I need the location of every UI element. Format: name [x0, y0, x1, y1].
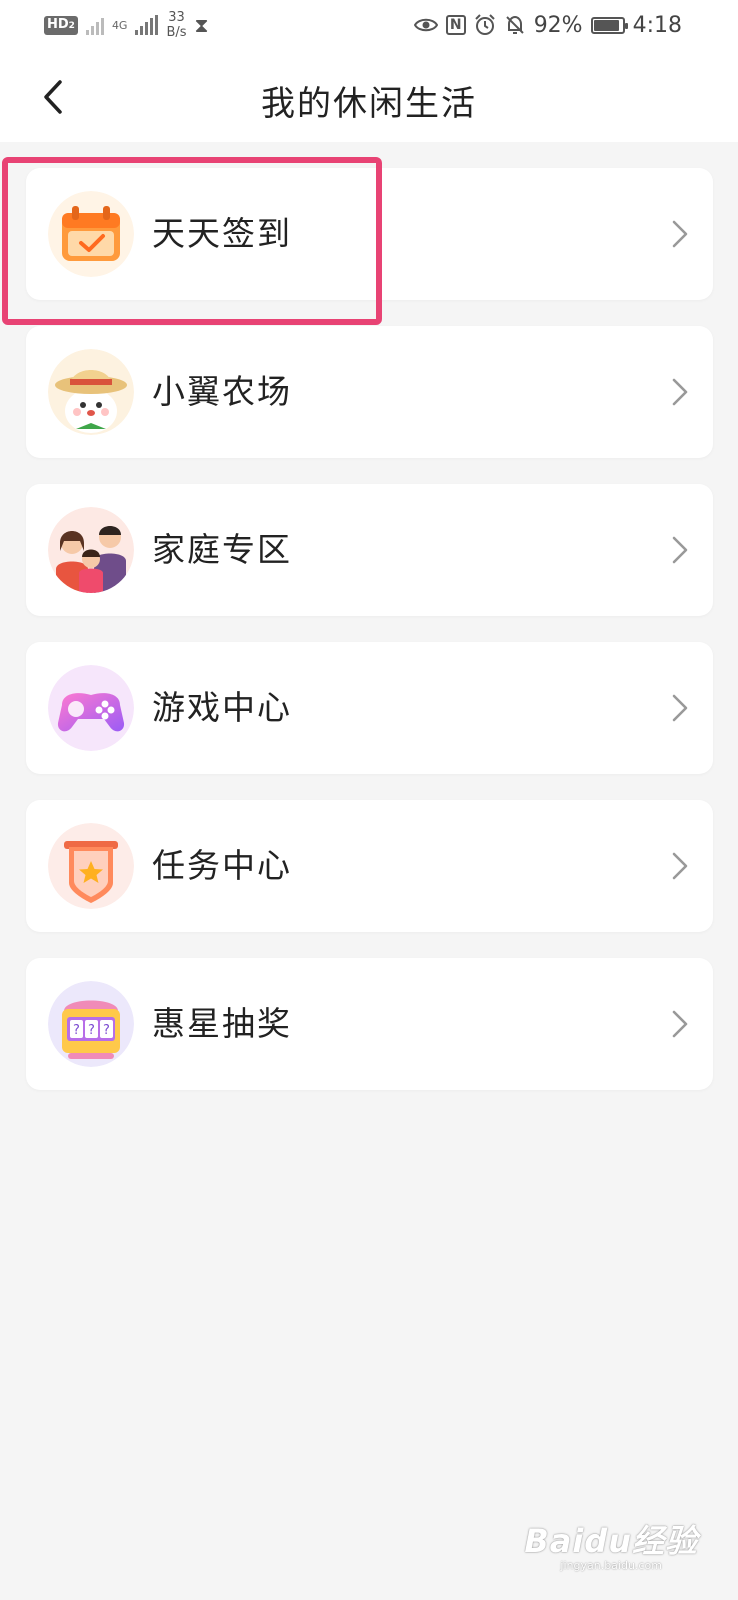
chevron-right-icon — [672, 1010, 688, 1038]
leisure-list: 天天签到 小翼农场 家庭专区 游戏中心 任务中心 ? ? ? 惠星抽奖 — [26, 168, 713, 1116]
network-speed: 33 B/s — [166, 10, 186, 40]
gamepad-icon — [48, 665, 134, 751]
list-item-label: 任务中心 — [152, 846, 292, 885]
hd-label: HD — [47, 16, 69, 32]
status-bar: HD2 4G 33 B/s ⧗ N 92% 4:18 — [0, 0, 738, 52]
chevron-right-icon — [672, 378, 688, 406]
svg-text:?: ? — [88, 1023, 95, 1038]
signal-icon — [85, 15, 104, 35]
watermark-url: jingyan.baidu.com — [560, 1559, 662, 1572]
family-icon — [48, 507, 134, 593]
list-item-label: 小翼农场 — [152, 372, 292, 411]
hourglass-icon: ⧗ — [194, 13, 209, 37]
bell-off-icon — [505, 15, 524, 34]
hd-badge: HD2 — [44, 15, 78, 35]
nfc-icon: N — [445, 15, 466, 35]
slot-machine-icon: ? ? ? — [48, 981, 134, 1067]
svg-text:?: ? — [73, 1023, 80, 1038]
status-right: N 92% 4:18 — [413, 8, 682, 42]
alarm-icon — [474, 14, 495, 35]
speed-value: 33 — [168, 10, 185, 25]
speed-unit: B/s — [166, 25, 187, 40]
list-item-task-center[interactable]: 任务中心 — [26, 800, 713, 932]
battery-icon — [590, 16, 628, 34]
list-item-label: 惠星抽奖 — [152, 1004, 292, 1043]
battery-percent: 92% — [533, 12, 583, 38]
list-item-game-center[interactable]: 游戏中心 — [26, 642, 713, 774]
chevron-right-icon — [672, 536, 688, 564]
list-item-label: 家庭专区 — [152, 530, 292, 569]
net-type-label: 4G — [111, 18, 128, 32]
farm-mascot-icon — [48, 349, 134, 435]
list-item-label: 天天签到 — [152, 214, 292, 253]
list-item-label: 游戏中心 — [152, 688, 292, 727]
chevron-right-icon — [672, 220, 688, 248]
list-item-daily-checkin[interactable]: 天天签到 — [26, 168, 713, 300]
eye-icon — [413, 18, 438, 32]
battery-fill — [593, 19, 620, 31]
calendar-check-icon — [48, 191, 134, 277]
list-item-farm[interactable]: 小翼农场 — [26, 326, 713, 458]
signal-strength-icon — [135, 15, 159, 35]
task-star-icon — [48, 823, 134, 909]
status-left: HD2 4G 33 B/s ⧗ — [44, 8, 209, 42]
svg-text:?: ? — [103, 1023, 110, 1038]
watermark-logo: Baidu经验 — [524, 1522, 698, 1560]
list-item-family[interactable]: 家庭专区 — [26, 484, 713, 616]
page-title: 我的休闲生活 — [261, 84, 477, 124]
list-item-lottery[interactable]: ? ? ? 惠星抽奖 — [26, 958, 713, 1090]
hd-sub-label: 2 — [68, 20, 75, 31]
chevron-right-icon — [672, 852, 688, 880]
baidu-watermark: Baidu经验 jingyan.baidu.com — [524, 1523, 698, 1572]
nav-bar: 我的休闲生活 — [0, 52, 738, 142]
clock: 4:18 — [632, 12, 682, 38]
chevron-right-icon — [672, 694, 688, 722]
